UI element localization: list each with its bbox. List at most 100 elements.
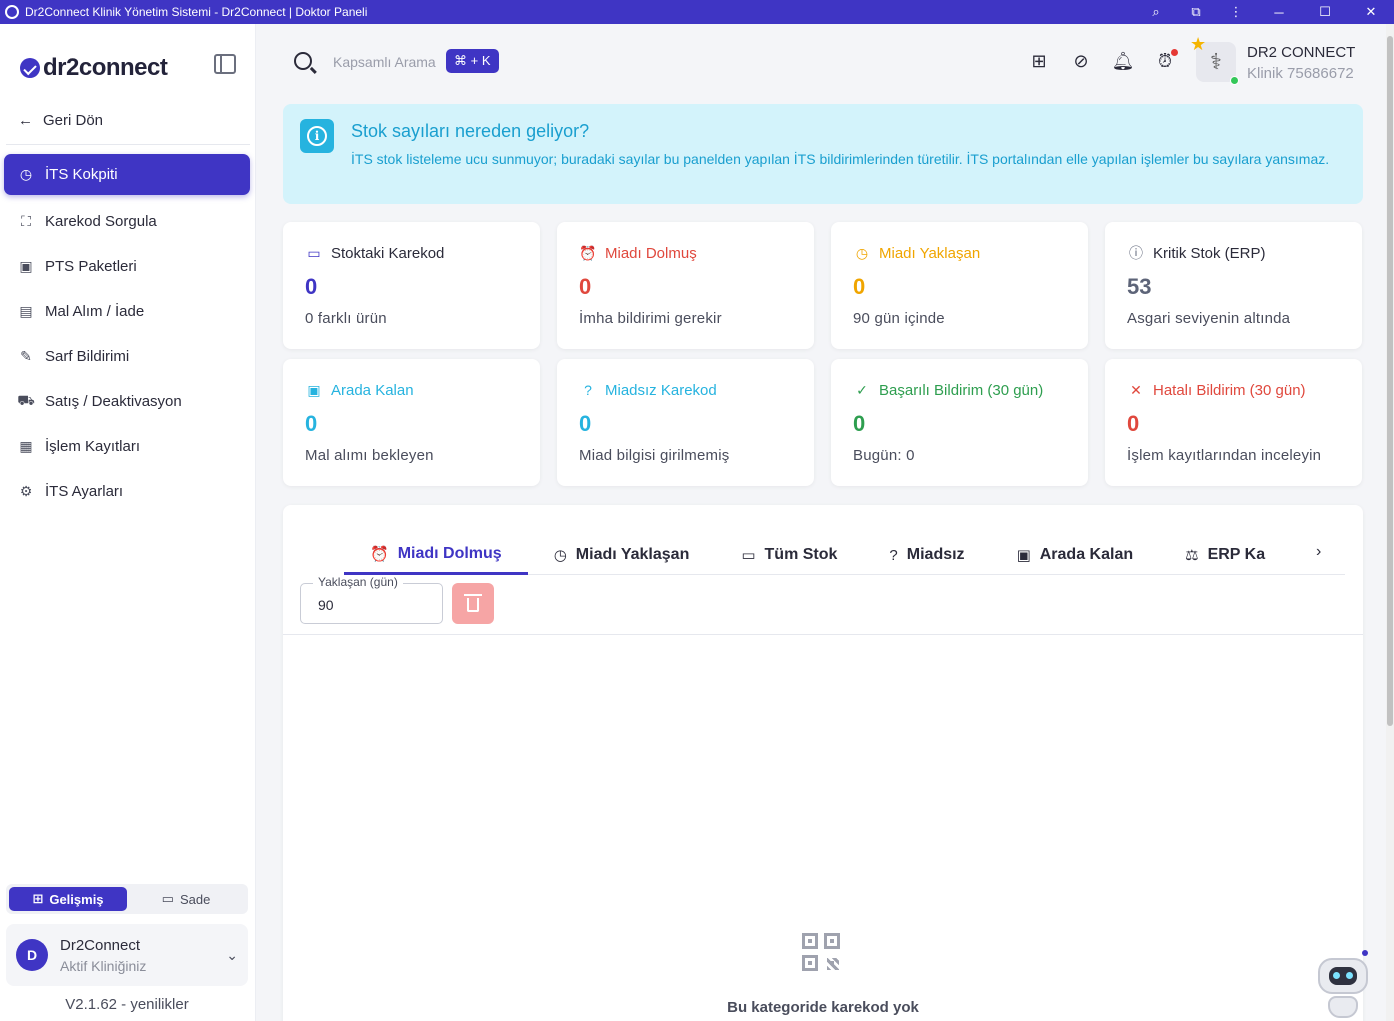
notification-dot — [1171, 49, 1178, 56]
maximize-button[interactable]: ☐ — [1302, 0, 1348, 24]
mode-simple-button[interactable]: ▭ Sade — [127, 887, 245, 911]
sidebar-item-label: PTS Paketleri — [45, 258, 137, 275]
card-subtitle: Bugün: 0 — [853, 447, 915, 464]
card-value: 0 — [579, 411, 592, 436]
user-avatar[interactable]: ★ ⚕ — [1190, 34, 1239, 85]
question-icon: ? — [889, 546, 898, 564]
clear-filter-button[interactable] — [452, 583, 494, 624]
sidebar: dr2connect ← Geri Dön ◷ İTS Kokpiti ⛶ Karek… — [0, 24, 256, 1021]
sidebar-toggle-icon[interactable] — [214, 54, 236, 74]
sidebar-item-4[interactable]: ✎ Sarf Bildirimi — [4, 334, 250, 379]
clock-icon: ◷ — [553, 547, 567, 564]
chevron-right-icon[interactable]: › — [1316, 543, 1321, 561]
stat-card[interactable]: ▣ Arada Kalan 0 Mal alımı bekleyen — [283, 359, 540, 486]
gauge-icon: ◷ — [19, 166, 33, 182]
tab-2[interactable]: ▭ Tüm Stok — [715, 535, 863, 575]
stat-card[interactable]: ✓ Başarılı Bildirim (30 gün) 0 Bugün: 0 — [831, 359, 1088, 486]
tab-bar: ⏰ Miadı Dolmuş ◷ Miadı Yaklaşan ▭ Tüm Stok ? Mi… — [344, 535, 1345, 575]
mode-simple-label: Sade — [179, 891, 211, 907]
stat-card[interactable]: ⏰ Miadı Dolmuş 0 İmha bildirimi gerekir — [557, 222, 814, 349]
search-icon[interactable] — [294, 52, 312, 70]
zoom-icon[interactable]: ⌕ — [1136, 0, 1176, 24]
card-subtitle: İmha bildirimi gerekir — [579, 310, 722, 327]
sidebar-item-3[interactable]: ▤ Mal Alım / İade — [4, 289, 250, 334]
qr-code-icon — [802, 933, 842, 973]
search-shortcut-badge: ⌘ + K — [446, 49, 499, 73]
tab-0[interactable]: ⏰ Miadı Dolmuş — [344, 535, 528, 575]
sidebar-item-5[interactable]: ⛟ Satış / Deaktivasyon — [4, 379, 250, 424]
clock-icon: ◷ — [855, 244, 869, 261]
card-subtitle: 0 farklı ürün — [305, 310, 387, 327]
card-title: Başarılı Bildirim (30 gün) — [879, 381, 1044, 399]
clinic-selector[interactable]: D Dr2Connect Aktif Kliniğiniz ⌄ — [6, 924, 248, 986]
card-header: ⏰ Miadı Dolmuş — [579, 244, 792, 262]
chevron-down-icon[interactable]: ⌄ — [226, 947, 238, 964]
apps-grid-icon[interactable]: ⊞ — [1028, 50, 1050, 72]
days-filter-input[interactable]: Yaklaşan (gün) 90 — [300, 575, 443, 624]
card-header: ? Miadsız Karekod — [579, 381, 792, 399]
alert-text: İTS stok listeleme ucu sunmuyor; buradak… — [351, 151, 1330, 167]
tab-label: Tüm Stok — [764, 546, 838, 563]
bell-icon[interactable]: 🔔︎ — [1112, 50, 1135, 72]
syringe-icon: ✎ — [20, 348, 32, 364]
card-subtitle: İşlem kayıtlarından inceleyin — [1127, 447, 1322, 464]
stat-card[interactable]: ⓘ Kritik Stok (ERP) 53 Asgari seviyenin alt… — [1105, 222, 1362, 349]
card-value: 0 — [579, 274, 592, 299]
close-button[interactable]: ✕ — [1348, 0, 1394, 24]
trash-icon — [464, 594, 482, 612]
extensions-icon[interactable]: ⧉ — [1176, 0, 1216, 24]
online-status-icon — [1230, 76, 1239, 85]
card-title: Stoktaki Karekod — [331, 244, 445, 262]
card-title: Miadsız Karekod — [605, 381, 717, 399]
tab-label: Miadı Yaklaşan — [575, 546, 690, 563]
user-clinic-id: Klinik 75686672 — [1247, 65, 1354, 82]
sidebar-item-0[interactable]: ◷ İTS Kokpiti — [4, 154, 250, 195]
mode-advanced-button[interactable]: ⊞ Gelişmiş — [9, 887, 127, 911]
card-header: ◷ Miadı Yaklaşan — [853, 244, 1066, 262]
stat-card[interactable]: ✕ Hatalı Bildirim (30 gün) 0 İşlem kayıtlar… — [1105, 359, 1362, 486]
card-header: ✕ Hatalı Bildirim (30 gün) — [1127, 381, 1340, 399]
grid-icon: ⊞ — [32, 891, 44, 906]
question-icon: ? — [584, 382, 592, 398]
minimize-button[interactable]: ─ — [1256, 0, 1302, 24]
card-value: 0 — [853, 274, 866, 299]
logo[interactable]: dr2connect — [20, 54, 168, 82]
card-subtitle: 90 gün içinde — [853, 310, 945, 327]
tab-4[interactable]: ▣ Arada Kalan — [991, 535, 1160, 575]
assistant-robot-icon[interactable] — [1314, 950, 1372, 1021]
filter-value: 90 — [318, 597, 334, 613]
kebab-menu-icon[interactable]: ⋮ — [1216, 0, 1256, 24]
alarm-icon: ⏰ — [579, 244, 597, 261]
sidebar-item-label: Satış / Deaktivasyon — [45, 393, 182, 410]
stat-card[interactable]: ? Miadsız Karekod 0 Miad bilgisi girilmemiş — [557, 359, 814, 486]
archive-icon: ▭ — [741, 547, 756, 564]
stat-card[interactable]: ◷ Miadı Yaklaşan 0 90 gün içinde — [831, 222, 1088, 349]
layout-icon: ▭ — [161, 891, 174, 906]
info-alert: i Stok sayıları nereden geliyor? İTS sto… — [283, 104, 1363, 204]
x-circle-icon: ✕ — [1130, 381, 1142, 398]
alert-circle-icon: ⓘ — [1129, 245, 1143, 261]
tab-5[interactable]: ⚖ ERP Ka — [1159, 535, 1291, 575]
back-link[interactable]: ← Geri Dön — [18, 112, 103, 129]
sidebar-item-7[interactable]: ⚙ İTS Ayarları — [4, 469, 250, 514]
sidebar-nav: ◷ İTS Kokpiti ⛶ Karekod Sorgula ▣ PTS Paketle… — [4, 154, 250, 514]
alarm-clock-icon[interactable]: ⏰︎ — [1154, 49, 1178, 72]
tab-label: ERP Ka — [1207, 546, 1266, 563]
app-icon — [5, 5, 19, 19]
tab-3[interactable]: ? Miadsız — [863, 535, 990, 575]
eye-off-icon[interactable]: ⊘ — [1070, 50, 1092, 72]
page-scrollbar[interactable] — [1386, 24, 1394, 1021]
card-title: Miadı Yaklaşan — [879, 244, 981, 262]
logo-text: dr2connect — [43, 54, 168, 81]
version-link[interactable]: V2.1.62 - yenilikler — [0, 996, 254, 1013]
user-name[interactable]: DR2 CONNECT — [1247, 44, 1355, 61]
card-title: Miadı Dolmuş — [605, 244, 697, 262]
sidebar-item-2[interactable]: ▣ PTS Paketleri — [4, 244, 250, 289]
tab-1[interactable]: ◷ Miadı Yaklaşan — [528, 535, 716, 575]
sidebar-item-1[interactable]: ⛶ Karekod Sorgula — [4, 199, 250, 244]
stat-card[interactable]: ▭ Stoktaki Karekod 0 0 farklı ürün — [283, 222, 540, 349]
sidebar-item-6[interactable]: ▦ İşlem Kayıtları — [4, 424, 250, 469]
window-titlebar: Dr2Connect Klinik Yönetim Sistemi - Dr2C… — [0, 0, 1394, 24]
search-input[interactable]: Kapsamlı Arama — [333, 54, 436, 70]
check-circle-icon: ✓ — [856, 381, 868, 398]
